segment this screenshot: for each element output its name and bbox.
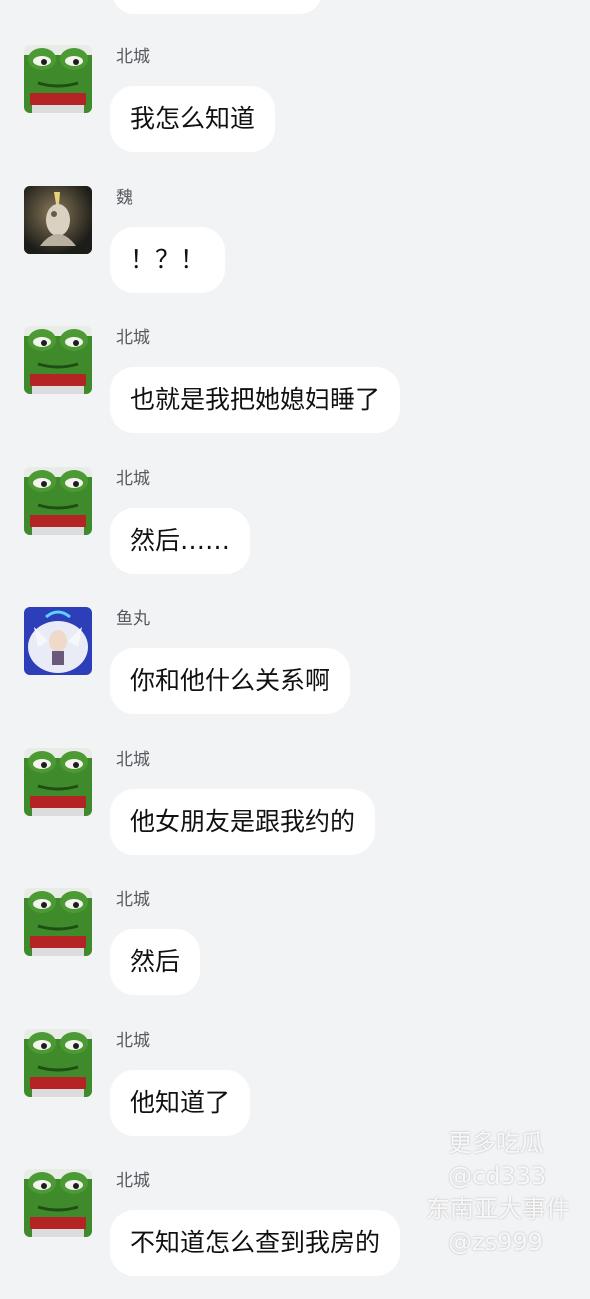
frog-avatar-icon[interactable]	[24, 888, 92, 956]
sender-name: 北城	[116, 469, 150, 489]
watermark-line: 东南亚大事件	[426, 1195, 570, 1223]
sender-name: 北城	[116, 1171, 150, 1191]
frog-avatar-icon[interactable]	[24, 326, 92, 394]
chat-message: 北城 然后	[0, 888, 590, 1018]
watermark-line: 更多吃瓜	[448, 1129, 544, 1157]
sender-name: 北城	[116, 750, 150, 770]
frog-avatar-icon[interactable]	[24, 1169, 92, 1237]
chat-message: 北城 我怎么知道	[0, 45, 590, 175]
chat-message: 北城 也就是我把她媳妇睡了	[0, 326, 590, 456]
message-bubble[interactable]: 然后……	[110, 508, 251, 574]
message-bubble[interactable]: 然后	[110, 929, 201, 995]
sender-name: 北城	[116, 328, 150, 348]
chat-message: 魏 ！？！	[0, 186, 590, 316]
frog-avatar-icon[interactable]	[24, 748, 92, 816]
message-bubble[interactable]: ！？！	[110, 227, 226, 293]
message-bubble[interactable]: 你和他什么关系啊	[110, 648, 351, 714]
sender-name: 鱼丸	[116, 609, 150, 629]
frog-avatar-icon[interactable]	[24, 1029, 92, 1097]
frog-avatar-icon[interactable]	[24, 467, 92, 535]
dark-character-avatar-icon[interactable]	[24, 186, 92, 254]
sender-name: 魏	[116, 188, 133, 208]
chat-message: 北城 然后……	[0, 467, 590, 597]
watermark-line: @zs999	[448, 1228, 543, 1256]
message-bubble[interactable]: 也就是我把她媳妇睡了	[110, 367, 401, 433]
watermark-line: @cd333	[448, 1162, 547, 1190]
message-bubble[interactable]: 他知道了	[110, 1070, 251, 1136]
chat-message: 北城 他女朋友是跟我约的	[0, 748, 590, 878]
anime-character-avatar-icon[interactable]	[24, 607, 92, 675]
previous-message-bubble	[112, 0, 322, 14]
sender-name: 北城	[116, 890, 150, 910]
chat-message: 鱼丸 你和他什么关系啊	[0, 607, 590, 737]
message-bubble[interactable]: 我怎么知道	[110, 86, 276, 152]
message-bubble[interactable]: 他女朋友是跟我约的	[110, 789, 376, 855]
frog-avatar-icon[interactable]	[24, 45, 92, 113]
sender-name: 北城	[116, 1031, 150, 1051]
sender-name: 北城	[116, 47, 150, 67]
message-bubble[interactable]: 不知道怎么查到我房的	[110, 1210, 401, 1276]
